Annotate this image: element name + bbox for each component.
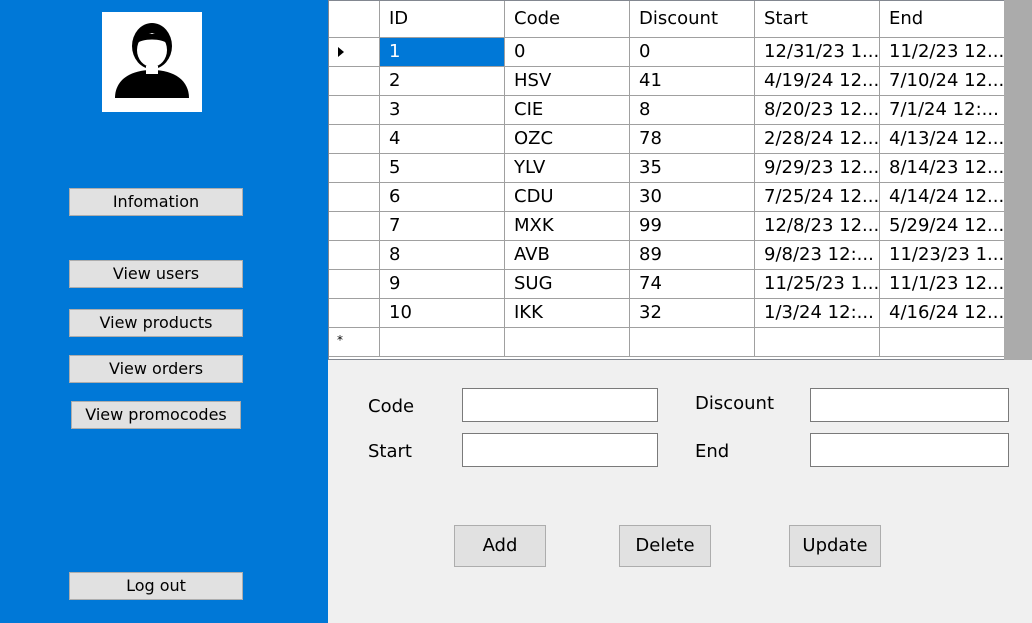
grid-cell-id[interactable]: 9 bbox=[380, 270, 505, 299]
grid-cell-id[interactable]: 4 bbox=[380, 125, 505, 154]
grid-cell-end[interactable]: 11/23/23 1... bbox=[880, 241, 1005, 270]
new-row-cell[interactable] bbox=[630, 328, 755, 357]
code-label: Code bbox=[368, 396, 415, 417]
grid-cell-id[interactable]: 10 bbox=[380, 299, 505, 328]
start-input[interactable] bbox=[462, 433, 658, 467]
sidebar: Infomation View users View products View… bbox=[0, 0, 328, 623]
grid-cell-id[interactable]: 3 bbox=[380, 96, 505, 125]
new-row-cell[interactable] bbox=[380, 328, 505, 357]
grid-cell-start[interactable]: 4/19/24 12... bbox=[755, 67, 880, 96]
row-header[interactable] bbox=[329, 154, 380, 183]
column-header-end[interactable]: End bbox=[880, 1, 1005, 38]
new-row-asterisk-icon: * bbox=[337, 333, 343, 347]
add-button[interactable]: Add bbox=[454, 525, 546, 567]
new-row-header[interactable]: * bbox=[329, 328, 380, 357]
grid-cell-id[interactable]: 7 bbox=[380, 212, 505, 241]
delete-button[interactable]: Delete bbox=[619, 525, 711, 567]
grid-cell-end[interactable]: 7/1/24 12:... bbox=[880, 96, 1005, 125]
grid-cell-code[interactable]: CDU bbox=[505, 183, 630, 212]
grid-cell-id[interactable]: 6 bbox=[380, 183, 505, 212]
grid-cell-id[interactable]: 5 bbox=[380, 154, 505, 183]
discount-label: Discount bbox=[695, 393, 775, 414]
grid-cell-code[interactable]: HSV bbox=[505, 67, 630, 96]
grid-cell-id[interactable]: 1 bbox=[380, 38, 505, 67]
grid-cell-end[interactable]: 4/13/24 12... bbox=[880, 125, 1005, 154]
grid-cell-start[interactable]: 2/28/24 12... bbox=[755, 125, 880, 154]
new-row-cell[interactable] bbox=[880, 328, 1005, 357]
promocodes-grid[interactable]: ID Code Discount Start End 1 0 0 12/31/23 1... 11… bbox=[328, 0, 1032, 360]
new-row-cell[interactable] bbox=[755, 328, 880, 357]
grid-cell-discount[interactable]: 41 bbox=[630, 67, 755, 96]
grid-cell-start[interactable]: 12/31/23 1... bbox=[755, 38, 880, 67]
end-label: End bbox=[695, 441, 730, 462]
grid-cell-code[interactable]: CIE bbox=[505, 96, 630, 125]
grid-cell-discount[interactable]: 74 bbox=[630, 270, 755, 299]
start-label: Start bbox=[368, 441, 412, 462]
user-icon bbox=[115, 23, 189, 98]
grid-vertical-scrollbar[interactable] bbox=[1004, 0, 1032, 360]
grid-cell-end[interactable]: 4/16/24 12... bbox=[880, 299, 1005, 328]
row-header[interactable] bbox=[329, 212, 380, 241]
grid-cell-discount[interactable]: 30 bbox=[630, 183, 755, 212]
grid-cell-discount[interactable]: 32 bbox=[630, 299, 755, 328]
grid-cell-start[interactable]: 8/20/23 12... bbox=[755, 96, 880, 125]
grid-cell-end[interactable]: 5/29/24 12... bbox=[880, 212, 1005, 241]
row-header[interactable] bbox=[329, 241, 380, 270]
row-header[interactable] bbox=[329, 125, 380, 154]
column-header-start[interactable]: Start bbox=[755, 1, 880, 38]
grid-cell-id[interactable]: 2 bbox=[380, 67, 505, 96]
grid-cell-discount[interactable]: 8 bbox=[630, 96, 755, 125]
grid-cell-discount[interactable]: 0 bbox=[630, 38, 755, 67]
grid-cell-start[interactable]: 11/25/23 1... bbox=[755, 270, 880, 299]
current-row-arrow-icon bbox=[338, 47, 344, 57]
view-users-button[interactable]: View users bbox=[69, 260, 243, 288]
view-promocodes-button[interactable]: View promocodes bbox=[71, 401, 241, 429]
end-input[interactable] bbox=[810, 433, 1009, 467]
row-header[interactable] bbox=[329, 183, 380, 212]
user-avatar bbox=[102, 12, 202, 112]
grid-cell-end[interactable]: 11/2/23 12... bbox=[880, 38, 1005, 67]
grid-cell-code[interactable]: YLV bbox=[505, 154, 630, 183]
grid-cell-discount[interactable]: 99 bbox=[630, 212, 755, 241]
column-header-discount[interactable]: Discount bbox=[630, 1, 755, 38]
grid-cell-code[interactable]: 0 bbox=[505, 38, 630, 67]
row-header[interactable] bbox=[329, 67, 380, 96]
row-header[interactable] bbox=[329, 96, 380, 125]
grid-cell-discount[interactable]: 78 bbox=[630, 125, 755, 154]
grid-cell-start[interactable]: 1/3/24 12:... bbox=[755, 299, 880, 328]
view-orders-button[interactable]: View orders bbox=[69, 355, 243, 383]
row-header[interactable] bbox=[329, 38, 380, 67]
grid-corner-header[interactable] bbox=[329, 1, 380, 38]
information-button[interactable]: Infomation bbox=[69, 188, 243, 216]
grid-cell-start[interactable]: 12/8/23 12... bbox=[755, 212, 880, 241]
grid-cell-discount[interactable]: 35 bbox=[630, 154, 755, 183]
discount-input[interactable] bbox=[810, 388, 1009, 422]
grid-cell-end[interactable]: 7/10/24 12... bbox=[880, 67, 1005, 96]
grid-cell-code[interactable]: IKK bbox=[505, 299, 630, 328]
view-products-button[interactable]: View products bbox=[69, 309, 243, 337]
grid-cell-discount[interactable]: 89 bbox=[630, 241, 755, 270]
grid-cell-start[interactable]: 9/8/23 12:... bbox=[755, 241, 880, 270]
column-header-code[interactable]: Code bbox=[505, 1, 630, 38]
logout-button[interactable]: Log out bbox=[69, 572, 243, 600]
grid-cell-end[interactable]: 8/14/23 12... bbox=[880, 154, 1005, 183]
grid-cell-code[interactable]: SUG bbox=[505, 270, 630, 299]
row-header[interactable] bbox=[329, 299, 380, 328]
update-button[interactable]: Update bbox=[789, 525, 881, 567]
grid-cell-id[interactable]: 8 bbox=[380, 241, 505, 270]
grid-cell-start[interactable]: 7/25/24 12... bbox=[755, 183, 880, 212]
grid-cell-end[interactable]: 4/14/24 12... bbox=[880, 183, 1005, 212]
column-header-id[interactable]: ID bbox=[380, 1, 505, 38]
grid-cell-code[interactable]: MXK bbox=[505, 212, 630, 241]
new-row-cell[interactable] bbox=[505, 328, 630, 357]
code-input[interactable] bbox=[462, 388, 658, 422]
grid-cell-start[interactable]: 9/29/23 12... bbox=[755, 154, 880, 183]
grid-cell-end[interactable]: 11/1/23 12... bbox=[880, 270, 1005, 299]
grid-cell-code[interactable]: AVB bbox=[505, 241, 630, 270]
row-header[interactable] bbox=[329, 270, 380, 299]
grid-cell-code[interactable]: OZC bbox=[505, 125, 630, 154]
